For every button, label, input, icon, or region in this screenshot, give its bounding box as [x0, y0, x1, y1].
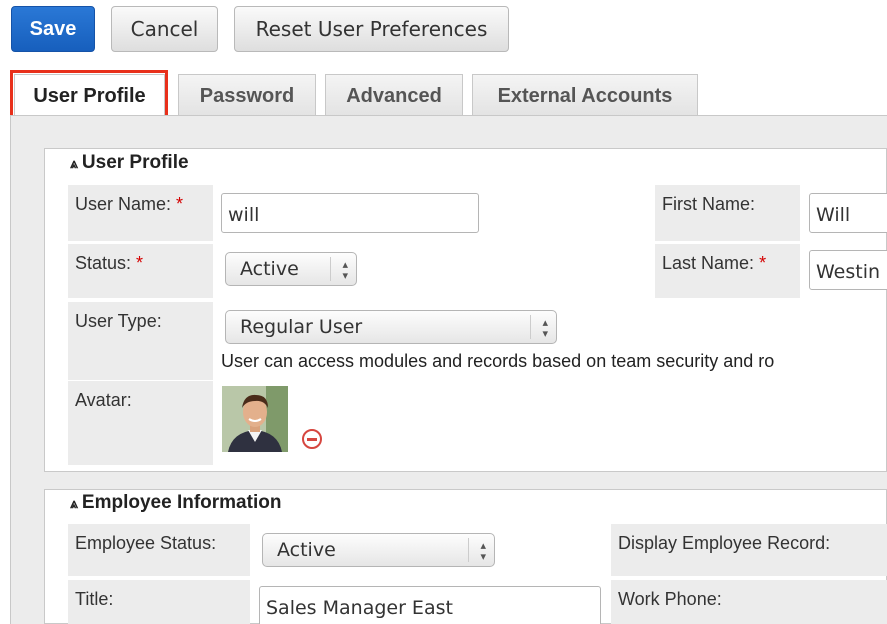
select-arrows-icon: ▴ ▾: [330, 257, 348, 281]
required-indicator: *: [176, 194, 184, 214]
user-type-label: User Type:: [75, 311, 162, 331]
employee-status-select[interactable]: Active ▴ ▾: [262, 533, 495, 567]
avatar-label-cell: Avatar:: [68, 381, 213, 465]
title-input[interactable]: Sales Manager East: [259, 586, 601, 624]
status-label: Status:: [75, 253, 132, 273]
cancel-button[interactable]: Cancel: [111, 6, 218, 52]
work-phone-label: Work Phone:: [618, 589, 722, 609]
tab-password[interactable]: Password: [178, 74, 316, 118]
display-record-label-cell: Display Employee Record:: [611, 524, 887, 576]
last-name-input[interactable]: Westin: [809, 250, 887, 290]
user-name-label: User Name:: [75, 194, 172, 214]
last-name-label-cell: Last Name: *: [655, 244, 800, 298]
tab-external-accounts[interactable]: External Accounts: [472, 74, 698, 118]
employee-info-header[interactable]: ⩓ Employee Information: [70, 492, 281, 514]
select-arrows-icon: ▴ ▾: [468, 538, 486, 562]
user-type-selected-value: Regular User: [240, 316, 363, 338]
employee-status-label: Employee Status:: [75, 533, 217, 553]
first-name-label-cell: First Name:: [655, 185, 800, 241]
last-name-label: Last Name:: [662, 253, 755, 273]
user-name-label-cell: User Name: *: [68, 185, 213, 241]
save-button[interactable]: Save: [11, 6, 95, 52]
avatar-photo: [222, 386, 288, 452]
title-label-cell: Title:: [68, 580, 250, 624]
required-indicator: *: [136, 253, 144, 273]
select-arrows-icon: ▴ ▾: [530, 315, 548, 339]
avatar-label: Avatar:: [75, 390, 132, 410]
status-selected-value: Active: [240, 258, 299, 280]
user-type-description: User can access modules and records base…: [221, 351, 775, 371]
reset-user-preferences-button[interactable]: Reset User Preferences: [234, 6, 509, 52]
status-label-cell: Status: *: [68, 244, 213, 298]
user-type-label-cell: User Type:: [68, 302, 213, 380]
employee-status-selected-value: Active: [277, 539, 336, 561]
status-select[interactable]: Active ▴ ▾: [225, 252, 357, 286]
active-tab-highlight: [10, 70, 168, 120]
required-indicator: *: [759, 253, 767, 273]
avatar[interactable]: [222, 386, 288, 452]
collapse-icon[interactable]: ⩓: [70, 495, 78, 511]
display-record-label: Display Employee Record:: [618, 533, 831, 553]
employee-status-label-cell: Employee Status:: [68, 524, 250, 576]
first-name-input[interactable]: Will: [809, 193, 887, 233]
user-profile-header[interactable]: ⩓ User Profile: [70, 152, 189, 174]
panel-title: Employee Information: [81, 492, 282, 513]
remove-avatar-icon[interactable]: [302, 429, 322, 449]
work-phone-label-cell: Work Phone:: [611, 580, 887, 624]
collapse-icon[interactable]: ⩓: [70, 155, 78, 171]
first-name-label: First Name:: [662, 194, 756, 214]
user-name-input[interactable]: will: [221, 193, 479, 233]
title-label: Title:: [75, 589, 114, 609]
user-type-select[interactable]: Regular User ▴ ▾: [225, 310, 557, 344]
tab-advanced[interactable]: Advanced: [325, 74, 463, 118]
panel-title: User Profile: [81, 152, 189, 173]
